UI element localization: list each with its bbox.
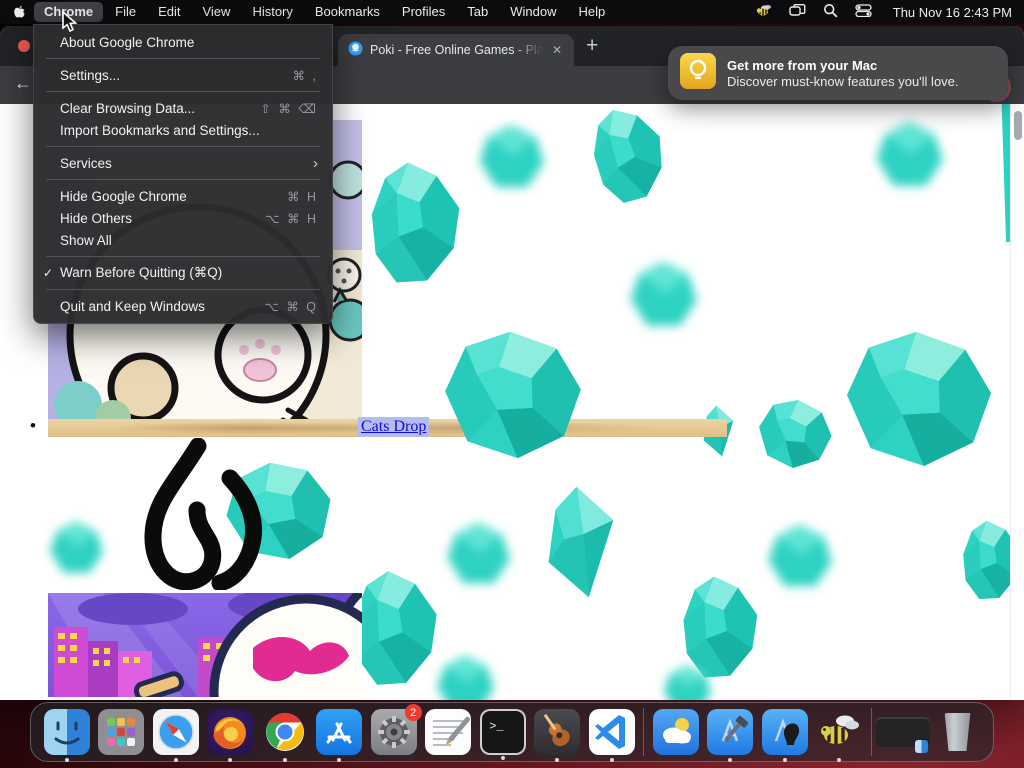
notification-title: Get more from your Mac xyxy=(727,57,878,73)
app-store-icon[interactable] xyxy=(316,709,362,762)
scrollbar-thumb[interactable] xyxy=(1014,111,1022,140)
tips-lightbulb-icon xyxy=(680,52,716,94)
menu-profiles[interactable]: Profiles xyxy=(392,2,455,22)
gem-graphic xyxy=(585,104,672,207)
finder-badge-icon xyxy=(915,740,928,753)
menu-bookmarks[interactable]: Bookmarks xyxy=(305,2,390,22)
dev-tool-icon[interactable] xyxy=(761,709,808,762)
mission-control-icon[interactable] xyxy=(789,3,806,21)
menu-separator xyxy=(46,179,320,180)
menu-item-about[interactable]: About Google Chrome xyxy=(34,31,332,53)
gem-graphic xyxy=(754,395,836,473)
gem-blurred-graphic xyxy=(876,121,943,186)
menu-help[interactable]: Help xyxy=(569,2,616,22)
submenu-chevron-icon: › xyxy=(313,154,318,172)
close-window-button[interactable] xyxy=(18,40,30,52)
apple-logo-icon[interactable] xyxy=(12,4,27,20)
notification-subtitle: Discover must-know features you'll love. xyxy=(727,73,959,89)
menu-separator xyxy=(46,91,320,92)
game-thumbnail-image[interactable] xyxy=(48,593,362,697)
tab-favicon xyxy=(348,41,363,59)
textedit-icon[interactable] xyxy=(425,709,471,755)
menu-item-import-bookmarks[interactable]: Import Bookmarks and Settings... xyxy=(34,119,332,141)
gem-blurred-graphic xyxy=(630,261,697,326)
mouse-cursor xyxy=(62,11,78,33)
checkmark-icon: ✓ xyxy=(43,266,54,280)
menu-edit[interactable]: Edit xyxy=(148,2,190,22)
finder-icon[interactable] xyxy=(43,709,90,762)
launchpad-icon[interactable] xyxy=(98,709,144,755)
menu-item-services[interactable]: Services › xyxy=(34,152,332,174)
menu-view[interactable]: View xyxy=(192,2,240,22)
menu-item-hide-others[interactable]: Hide Others ⌥ ⌘ H xyxy=(34,207,332,229)
flame-doodle xyxy=(144,438,263,590)
browser-tab[interactable]: Poki - Free Online Games - Pla ✕ xyxy=(338,34,574,66)
menu-separator xyxy=(46,256,320,257)
vscode-icon[interactable] xyxy=(588,709,635,762)
search-icon[interactable] xyxy=(823,3,838,21)
notification-banner[interactable]: Get more from your Mac Discover must-kno… xyxy=(668,46,1008,100)
settings-badge: 2 xyxy=(404,704,422,721)
back-button[interactable]: ← xyxy=(14,73,32,94)
menu-item-clear-browsing-data[interactable]: Clear Browsing Data... ⇧ ⌘ ⌫ xyxy=(34,97,332,119)
chrome-app-menu: About Google Chrome Settings... ⌘ , Clear… xyxy=(33,24,333,324)
gem-blurred-graphic xyxy=(50,521,103,573)
cats-drop-link[interactable]: Cats Drop xyxy=(358,417,430,437)
gem-blurred-graphic xyxy=(437,655,494,700)
menu-separator xyxy=(46,58,320,59)
menu-window[interactable]: Window xyxy=(500,2,566,22)
tab-close-icon[interactable]: ✕ xyxy=(550,41,564,59)
chrome-icon[interactable] xyxy=(262,709,308,762)
menu-separator xyxy=(46,289,320,290)
gem-graphic xyxy=(847,331,991,467)
gem-graphic xyxy=(371,162,460,283)
xcode-hammer-icon[interactable] xyxy=(707,709,753,762)
list-bullet: • xyxy=(30,416,36,435)
dock-separator xyxy=(643,708,644,756)
firefox-icon[interactable] xyxy=(207,709,253,762)
menu-item-show-all[interactable]: Show All xyxy=(34,229,332,251)
gem-graphic xyxy=(445,331,581,459)
menu-item-warn-before-quitting[interactable]: ✓ Warn Before Quitting (⌘Q) xyxy=(34,262,332,284)
scrollbar-track[interactable] xyxy=(1010,104,1024,700)
menu-bar-clock[interactable]: Thu Nov 16 2:43 PM xyxy=(893,5,1012,20)
gem-graphic xyxy=(548,486,614,598)
system-settings-icon[interactable]: 2 xyxy=(370,704,422,755)
control-center-icon[interactable] xyxy=(855,4,872,20)
menu-file[interactable]: File xyxy=(105,2,146,22)
bee-app-icon[interactable] xyxy=(816,709,862,762)
menu-history[interactable]: History xyxy=(242,2,302,22)
trash-icon[interactable] xyxy=(935,709,981,755)
garageband-icon[interactable] xyxy=(534,709,580,762)
menu-item-settings[interactable]: Settings... ⌘ , xyxy=(34,64,332,86)
menu-tab[interactable]: Tab xyxy=(457,2,498,22)
menu-item-hide-chrome[interactable]: Hide Google Chrome ⌘ H xyxy=(34,185,332,207)
terminal-icon[interactable]: >_ xyxy=(479,709,526,760)
menu-bar: Chrome File Edit View History Bookmarks … xyxy=(0,0,1024,24)
new-tab-button[interactable]: + xyxy=(586,34,598,58)
svg-text:>_: >_ xyxy=(489,719,504,733)
dock: 2 >_ xyxy=(30,702,994,762)
gem-blurred-graphic xyxy=(664,665,711,700)
gem-blurred-graphic xyxy=(447,522,510,584)
weather-icon[interactable] xyxy=(652,709,699,755)
bee-icon[interactable] xyxy=(755,3,772,21)
menu-separator xyxy=(46,146,320,147)
menu-item-quit-keep-windows[interactable]: Quit and Keep Windows ⌥ ⌘ Q xyxy=(34,295,332,317)
tab-title: Poki - Free Online Games - Pla xyxy=(370,43,543,57)
minimized-window-icon[interactable] xyxy=(876,709,930,755)
safari-icon[interactable] xyxy=(152,709,199,762)
gem-blurred-graphic xyxy=(768,524,832,586)
dock-separator xyxy=(870,708,872,756)
gem-blurred-graphic xyxy=(479,124,544,187)
